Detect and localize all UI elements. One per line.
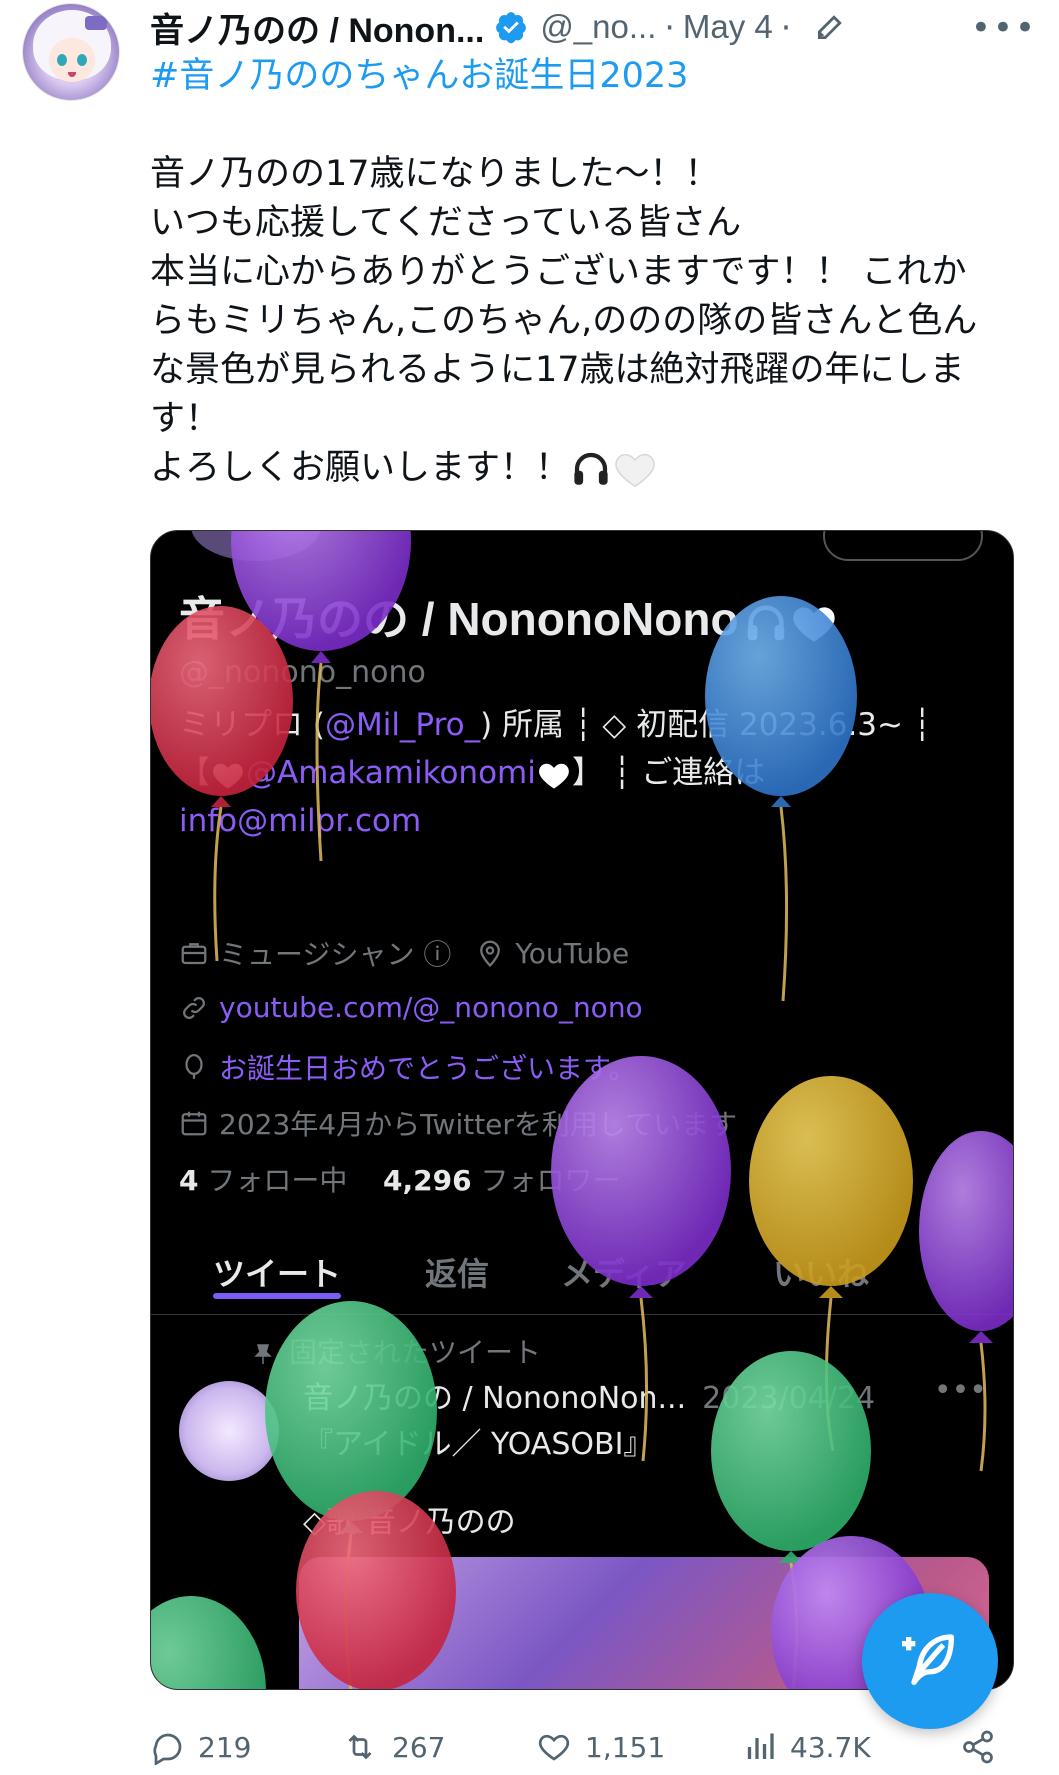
edit-pencil-icon[interactable] — [813, 10, 847, 44]
tweet-line: 本当に心からありがとうございますです！！ これか — [150, 252, 967, 292]
white-heart-icon — [538, 763, 569, 788]
author-avatar[interactable] — [22, 3, 120, 101]
edit-profile-button — [823, 531, 983, 561]
more-options-button[interactable]: ••• — [971, 8, 1037, 48]
tweet-date[interactable]: May 4 — [683, 8, 773, 46]
tweet-actions: 219 267 1,151 43.7K — [150, 1724, 1030, 1770]
separator-dot-2: · — [780, 7, 792, 47]
reply-count: 219 — [198, 1730, 252, 1764]
profile-location: YouTube — [515, 936, 630, 970]
like-button[interactable]: 1,151 — [535, 1729, 665, 1765]
like-count: 1,151 — [585, 1730, 666, 1764]
share-icon — [963, 1730, 993, 1764]
profile-birthday: お誕生日おめでとうございます。 — [219, 1052, 637, 1085]
tab-tweets: ツイート — [213, 1231, 342, 1299]
tweet-line-last: よろしくお願いします！！ — [150, 444, 1010, 493]
tab-replies: 返信 — [425, 1255, 490, 1293]
compose-tweet-button[interactable] — [862, 1593, 998, 1729]
reply-button[interactable]: 219 — [150, 1729, 251, 1765]
location-icon — [480, 940, 501, 968]
profile-joined-row: 2023年4月からTwitterを利用しています — [179, 1103, 737, 1143]
views-chart-icon — [747, 1733, 774, 1759]
pinned-label: 固定されたツイート — [251, 1331, 541, 1371]
tweet-line: 音ノ乃のの17歳になりました〜！！ — [150, 154, 720, 194]
author-name[interactable]: 音ノ乃のの / Nonon... — [150, 3, 484, 52]
link-icon — [183, 996, 205, 1019]
compose-tweet-icon — [902, 1634, 954, 1685]
bio-email: info@milpr.com — [179, 803, 422, 839]
view-count: 43.7K — [790, 1730, 871, 1764]
profile-follow-counts: 4 フォロー中 4,296 フォロワー — [179, 1164, 621, 1197]
white-heart-icon — [213, 763, 243, 788]
profile-job: ミュージシャン ⓘ — [219, 938, 452, 971]
profile-joined: 2023年4月からTwitterを利用しています — [219, 1108, 738, 1141]
profile-meta-row: ミュージシャン ⓘ YouTube — [179, 933, 629, 973]
pin-icon — [254, 1344, 272, 1364]
tab-likes: いいね — [773, 1255, 870, 1293]
tweet-line: らもミリちゃん,このちゃん,ののの隊の皆さんと色ん — [150, 301, 978, 341]
tweet-media-image[interactable]: 音ノ乃のの / NononoNono @_nonono_nono ミリプロ (@… — [150, 530, 1014, 1690]
bio-mention-link: @Mil_Pro_ — [324, 707, 481, 743]
pinned-tweet-text-2: ◇歌 音ノ乃のの — [303, 1505, 516, 1540]
share-button[interactable] — [960, 1729, 1008, 1765]
pinned-tweet-text: 『アイドル／ YOASOBI』 — [303, 1427, 654, 1462]
retweet-button[interactable]: 267 — [340, 1729, 445, 1765]
profile-name: 音ノ乃のの / NononoNono — [179, 583, 839, 649]
headphones-icon — [574, 452, 608, 485]
author-handle[interactable]: @_no... — [540, 8, 656, 46]
tweet-line: す！ — [150, 399, 221, 439]
bio-mention-link-2: @Amakamikonomi — [246, 755, 536, 791]
tweet-line: な景色が見られるように17歳は絶対飛躍の年にしま — [150, 350, 965, 390]
separator-dot: · — [664, 7, 675, 47]
verified-badge-icon — [496, 12, 527, 44]
balloon-green-3 — [151, 1596, 266, 1689]
calendar-icon — [181, 1111, 207, 1136]
briefcase-icon — [181, 943, 207, 965]
tweet-line: いつも応援してくださっている皆さん — [150, 203, 742, 243]
white-heart-icon — [792, 607, 835, 642]
tweet-header: 音ノ乃のの / Nonon... @_no... · May 4 · — [150, 4, 1050, 50]
heart-icon — [538, 1734, 570, 1761]
pinned-tweet-header: 音ノ乃のの / NononoNon... 2023/04/24 — [303, 1381, 876, 1416]
balloon-icon — [185, 1054, 203, 1079]
profile-website: youtube.com/@_nonono_nono — [219, 991, 643, 1024]
retweet-count: 267 — [392, 1730, 446, 1764]
tab-media: メディア — [561, 1255, 687, 1293]
reply-icon — [153, 1733, 182, 1765]
white-heart-icon — [615, 453, 655, 488]
profile-tabs: ツイート 返信 メディア いいね — [151, 1231, 1013, 1315]
retweet-icon — [348, 1734, 372, 1760]
profile-birthday-row: お誕生日おめでとうございます。 — [179, 1047, 636, 1087]
views-button[interactable]: 43.7K — [742, 1729, 871, 1765]
tweet[interactable]: 音ノ乃のの / Nonon... @_no... · May 4 · ••• #… — [0, 0, 1059, 1775]
tweet-text: #音ノ乃ののちゃんお誕生日2023 音ノ乃のの17歳になりました〜！！ いつも応… — [150, 52, 1010, 493]
pinned-tweet-avatar — [179, 1381, 279, 1481]
pinned-more-icon: ••• — [933, 1373, 987, 1408]
profile-avatar-partial — [191, 531, 321, 561]
profile-handle: @_nonono_nono — [179, 655, 426, 690]
hashtag-link[interactable]: #音ノ乃ののちゃんお誕生日2023 — [150, 52, 1010, 101]
headphones-icon — [747, 605, 784, 641]
profile-bio: ミリプロ (@Mil_Pro_) 所属 ┆ ◇ 初配信 2023.6.3~ ┆ … — [179, 707, 932, 839]
profile-website-row: youtube.com/@_nonono_nono — [179, 991, 643, 1024]
